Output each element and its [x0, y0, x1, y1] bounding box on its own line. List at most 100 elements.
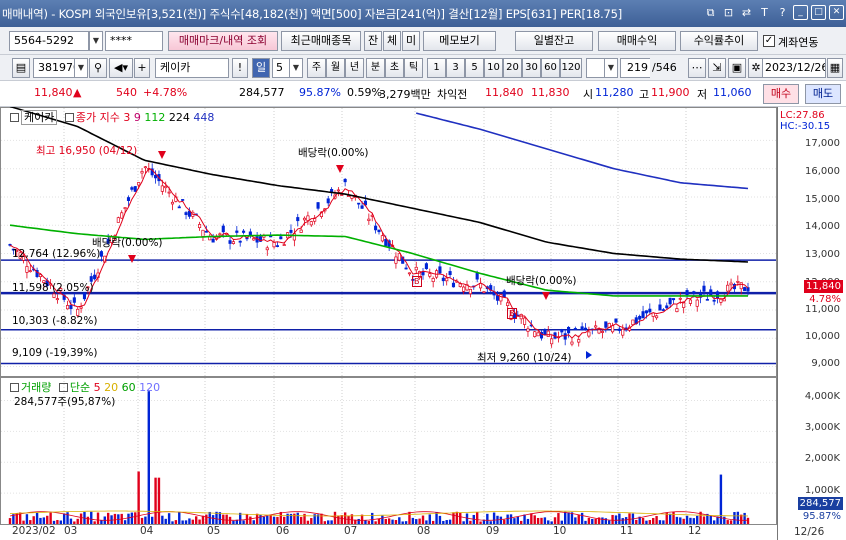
period-minute-button[interactable]: 분: [366, 58, 385, 78]
candle-body: [126, 197, 131, 201]
period-number-field[interactable]: 5: [272, 58, 290, 78]
price-axis: LC:27.86 HC:-30.15 17,000 16,000 15,000 …: [777, 107, 846, 540]
period-week-button[interactable]: 주: [307, 58, 326, 78]
scroll-icon[interactable]: ⇲: [708, 58, 726, 78]
period-tick-button[interactable]: 틱: [404, 58, 423, 78]
volume-bar: [86, 516, 90, 524]
account-dropdown[interactable]: ▼: [89, 31, 103, 51]
alert-icon[interactable]: !: [232, 58, 248, 78]
candle-body: [715, 291, 720, 299]
maximize-icon[interactable]: □: [811, 5, 826, 20]
help-icon[interactable]: ?: [775, 5, 790, 20]
stock-name-field[interactable]: 케이카: [155, 58, 229, 78]
volume-bar: [621, 518, 624, 524]
volume-bar: [516, 516, 519, 524]
high-price: 11,900: [651, 86, 690, 99]
volume-bar: [52, 520, 56, 524]
vol-tick-3000k: 3,000K: [804, 422, 840, 433]
add-icon[interactable]: +: [134, 58, 150, 78]
date-field[interactable]: 2023/12/26: [762, 58, 826, 78]
volume-bar: [201, 515, 205, 524]
volume-bar: [327, 520, 330, 524]
period-month-button[interactable]: 월: [326, 58, 345, 78]
volume-toggle-icon[interactable]: [10, 383, 19, 392]
interval-20-button[interactable]: 20: [503, 58, 522, 78]
last-price-tag: 11,840: [804, 280, 843, 293]
volume-ma-toggle-icon[interactable]: [58, 383, 68, 392]
frame-icon[interactable]: ⊡: [721, 5, 736, 20]
minimize-icon[interactable]: _: [793, 5, 808, 20]
volume-bar: [692, 518, 696, 524]
volume-panel-frame: [0, 377, 777, 525]
volume-bar: [675, 516, 679, 524]
stock-code-dropdown[interactable]: ▼: [74, 58, 88, 78]
panel-toggle-icon[interactable]: [10, 113, 19, 122]
candle-body: [519, 314, 523, 320]
candle-body: [722, 298, 726, 302]
candle-body: [201, 229, 205, 237]
volume-bar: [628, 513, 631, 524]
volume-bar: [266, 515, 269, 524]
arrange-icon[interactable]: ⋯: [688, 58, 706, 78]
search-icon[interactable]: ⚲: [89, 58, 107, 78]
interval-1-button[interactable]: 1: [427, 58, 446, 78]
calendar-icon[interactable]: ▦: [827, 58, 843, 78]
interval-30-button[interactable]: 30: [522, 58, 541, 78]
speaker-icon[interactable]: ◀▾: [109, 58, 133, 78]
save-icon[interactable]: ▣: [728, 58, 746, 78]
chart-menu-icon[interactable]: ▤: [12, 58, 30, 78]
vol-ma-20-label: 20: [104, 381, 119, 394]
ma-label: 종가 지수: [75, 111, 120, 124]
account-field[interactable]: 5564-5292: [9, 31, 89, 51]
sell-button[interactable]: 매도: [805, 84, 841, 104]
custom-interval-dropdown[interactable]: ▼: [604, 58, 618, 78]
y-tick-13000: 13,000: [805, 249, 840, 260]
password-field[interactable]: ****: [105, 31, 163, 51]
volume-bar: [415, 519, 418, 524]
x-tick-11: 11: [620, 525, 634, 537]
account-link-checkbox[interactable]: ✓: [763, 35, 775, 47]
volume-bar: [442, 520, 445, 524]
volume-bar: [364, 520, 367, 524]
volume-bar: [475, 511, 479, 524]
swap-icon[interactable]: ⇄: [739, 5, 754, 20]
trade-profit-button[interactable]: 매매수익: [598, 31, 676, 51]
trade-mark-query-button[interactable]: 매매마크/내역 조회: [168, 31, 278, 51]
volume-bar: [113, 513, 117, 524]
ma-toggle-icon[interactable]: [64, 113, 74, 122]
volume-bar: [299, 517, 303, 524]
candle-body: [692, 291, 696, 294]
recent-trades-button[interactable]: 최근매매종목: [281, 31, 361, 51]
close-icon[interactable]: ✕: [829, 5, 844, 20]
candle-body: [506, 302, 510, 307]
daily-balance-button[interactable]: 일별잔고: [515, 31, 593, 51]
filled-button[interactable]: 체: [383, 31, 401, 51]
interval-5-button[interactable]: 5: [465, 58, 484, 78]
font-icon[interactable]: T: [757, 5, 772, 20]
period-day-button[interactable]: 일: [252, 58, 270, 78]
volume-bar: [452, 512, 455, 524]
unfilled-button[interactable]: 미: [402, 31, 420, 51]
volume-bar: [306, 520, 310, 524]
interval-10-button[interactable]: 10: [484, 58, 503, 78]
display-count-field[interactable]: 219: [620, 58, 650, 78]
volume-bar: [455, 511, 459, 524]
balance-button[interactable]: 잔: [364, 31, 382, 51]
x-tick-12: 12: [688, 525, 702, 537]
return-trend-button[interactable]: 수익률추이: [680, 31, 758, 51]
interval-120-button[interactable]: 120: [560, 58, 582, 78]
period-year-button[interactable]: 년: [345, 58, 364, 78]
price-volume-chart[interactable]: [0, 107, 777, 540]
volume-bar: [398, 517, 401, 524]
memo-button[interactable]: 메모보기: [423, 31, 496, 51]
copy-icon[interactable]: ⧉: [703, 5, 718, 20]
volume-bar: [723, 516, 726, 524]
interval-60-button[interactable]: 60: [541, 58, 560, 78]
volume-bar: [618, 513, 621, 524]
volume-bar: [333, 511, 337, 524]
period-second-button[interactable]: 초: [385, 58, 404, 78]
buy-button[interactable]: 매수: [763, 84, 799, 104]
interval-3-button[interactable]: 3: [446, 58, 465, 78]
volume-bar: [310, 518, 313, 524]
period-number-dropdown[interactable]: ▼: [289, 58, 303, 78]
